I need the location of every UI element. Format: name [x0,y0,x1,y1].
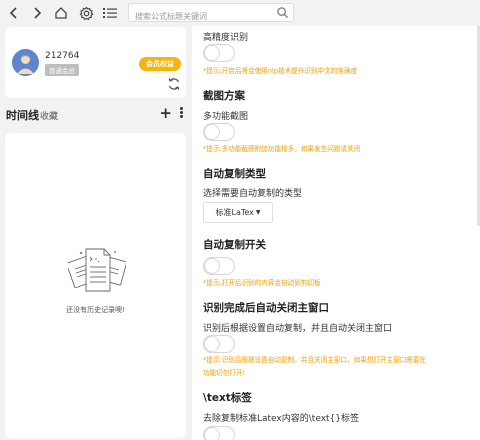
multi-screenshot-toggle[interactable] [203,123,235,141]
add-icon[interactable]: + [159,104,172,122]
text-tag-heading: \text标签 [203,392,252,404]
screenshot-tip: *提示:多功能截图附加功能较多，如果发生问题请关闭 [203,145,361,153]
user-avatar-icon [12,49,39,76]
copy-type-select[interactable]: 标准LaTex ▼ [203,202,273,223]
auto-copy-toggle[interactable] [203,257,235,275]
auto-close-tip-line1: *提示:识别后根据设置自动复制，并且关闭主窗口，如果想打开主窗口需要在 [203,356,427,364]
list-icon[interactable] [101,4,119,22]
timeline-header: 时间线 收藏 + [6,104,186,124]
high-precision-toggle[interactable] [203,44,235,62]
forward-icon[interactable] [28,4,46,22]
high-precision-label: 高精度识别 [203,33,249,43]
back-icon[interactable] [5,4,23,22]
tab-favorites[interactable]: 收藏 [40,109,58,122]
history-panel: 还没有历史记录噢! [5,133,186,438]
user-card: 212764 普通会员 会员权益 [5,27,186,98]
auto-close-heading: 识别完成后自动关闭主窗口 [203,302,329,314]
auto-copy-type-heading: 自动复制类型 [203,168,266,180]
empty-documents-icon [68,248,126,292]
home-icon[interactable] [52,4,70,22]
empty-history-text: 还没有历史记录噢! [66,306,125,314]
copy-type-selected: 标准LaTex [215,208,254,217]
user-id: 212764 [45,51,80,61]
auto-close-label: 识别后根据设置自动复制，并且自动关闭主窗口 [203,324,393,334]
high-precision-tip: *提示:开启后将会使用nlp技术提升识别中文的准确度 [203,67,358,75]
vip-benefits-button[interactable]: 会员权益 [139,57,181,71]
member-level-badge: 普通会员 [45,64,79,76]
screenshot-label: 多功能截图 [203,112,249,122]
search-input[interactable] [129,8,269,25]
auto-copy-type-label: 选择需要自动复制的类型 [203,189,303,199]
text-tag-toggle[interactable] [203,426,235,440]
auto-close-tip-line2: 功能切勿打开! [203,369,246,377]
chevron-down-icon: ▼ [255,209,261,216]
screenshot-heading: 截图方案 [203,90,245,102]
auto-close-toggle[interactable] [203,335,235,353]
tab-timeline[interactable]: 时间线 [6,107,39,123]
search-box [128,3,294,25]
refresh-icon[interactable] [167,77,181,91]
avatar[interactable] [12,49,39,76]
more-options-icon[interactable] [178,106,184,120]
auto-copy-tip: *提示:打开后识别的内容会自动到剪切板 [203,279,321,287]
text-tag-label: 去除复制标准Latex内容的\text{}标签 [203,414,360,424]
toolbar [0,0,480,26]
search-icon[interactable] [276,6,289,19]
settings-panel: 高精度识别 *提示:开启后将会使用nlp技术提升识别中文的准确度 截图方案 多功… [192,26,480,440]
auto-copy-switch-heading: 自动复制开关 [203,239,266,251]
settings-icon[interactable] [77,4,95,22]
